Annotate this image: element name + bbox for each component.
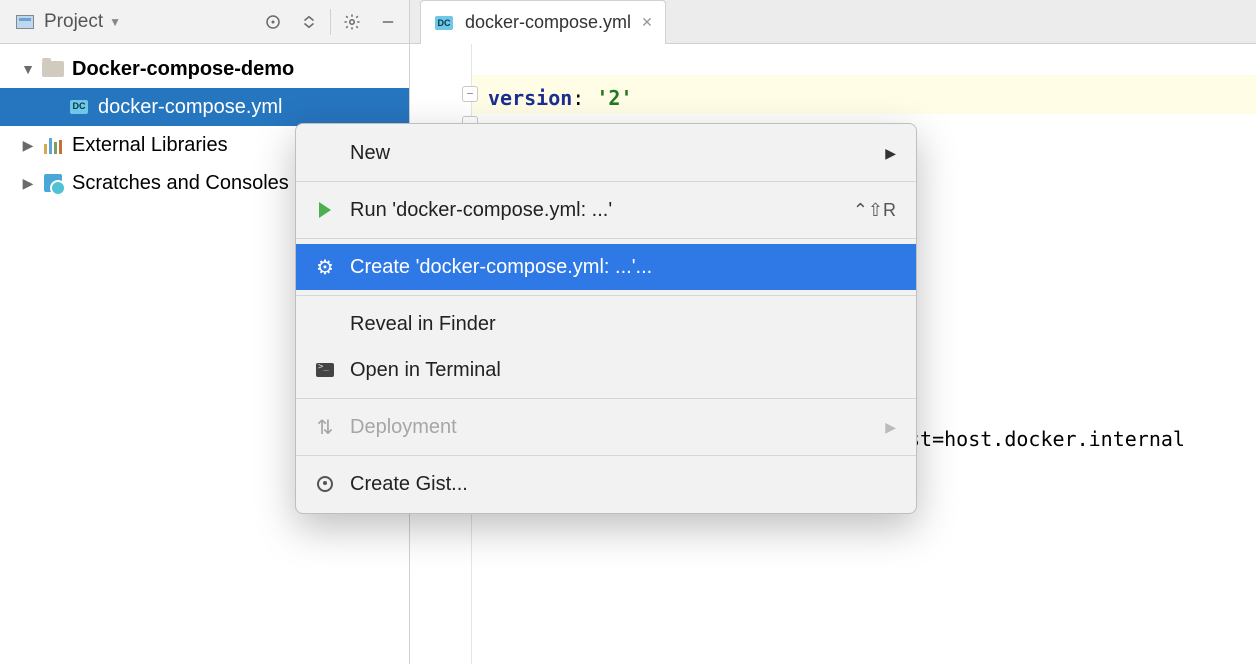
tree-root[interactable]: ▼ Docker-compose-demo [0, 50, 409, 88]
context-menu: New ▶ Run 'docker-compose.yml: ...' ⌃⇧R … [295, 123, 917, 514]
chevron-right-icon: ▶ [22, 170, 34, 197]
submenu-arrow-icon: ▶ [885, 419, 896, 436]
deployment-icon: ⇅ [314, 415, 336, 440]
locate-icon[interactable] [258, 7, 288, 37]
chevron-down-icon: ▼ [22, 56, 34, 83]
menu-separator [296, 295, 916, 296]
menu-gist-label: Create Gist... [350, 473, 896, 496]
project-dropdown[interactable]: Project ▼ [38, 9, 127, 35]
menu-separator [296, 455, 916, 456]
docker-compose-file-icon: DC [433, 12, 455, 34]
menu-reveal-finder[interactable]: Reveal in Finder [296, 301, 916, 347]
project-toolbar: Project ▼ [0, 0, 409, 44]
editor-tabbar: DC docker-compose.yml ✕ [410, 0, 1256, 44]
menu-create-run-config[interactable]: ⚙ Create 'docker-compose.yml: ...'... [296, 244, 916, 290]
tree-ext-lib-label: External Libraries [72, 126, 228, 164]
folder-icon [42, 58, 64, 80]
scratches-icon [42, 172, 64, 194]
menu-run-shortcut: ⌃⇧R [853, 200, 896, 221]
terminal-icon [314, 363, 336, 377]
project-view-icon [16, 13, 34, 31]
menu-openterm-label: Open in Terminal [350, 359, 896, 382]
submenu-arrow-icon: ▶ [885, 145, 896, 162]
gist-icon [314, 476, 336, 492]
tree-root-label: Docker-compose-demo [72, 50, 294, 88]
library-icon [42, 134, 64, 156]
menu-run-label: Run 'docker-compose.yml: ...' [350, 199, 839, 222]
run-icon [314, 202, 336, 218]
menu-create-gist[interactable]: Create Gist... [296, 461, 916, 507]
menu-separator [296, 238, 916, 239]
menu-reveal-label: Reveal in Finder [350, 313, 896, 336]
editor-tab-label: docker-compose.yml [465, 12, 631, 33]
chevron-down-icon: ▼ [109, 15, 121, 29]
collapse-icon[interactable] [294, 7, 324, 37]
menu-new-label: New [350, 142, 871, 165]
menu-run[interactable]: Run 'docker-compose.yml: ...' ⌃⇧R [296, 187, 916, 233]
gear-icon[interactable] [337, 7, 367, 37]
editor-tab[interactable]: DC docker-compose.yml ✕ [420, 0, 666, 44]
docker-compose-file-icon: DC [68, 96, 90, 118]
fold-toggle-icon[interactable]: − [462, 86, 478, 102]
tree-file-label: docker-compose.yml [98, 88, 283, 126]
menu-open-terminal[interactable]: Open in Terminal [296, 347, 916, 393]
menu-separator [296, 398, 916, 399]
close-icon[interactable]: ✕ [641, 14, 653, 31]
menu-deploy-label: Deployment [350, 416, 871, 439]
hide-icon[interactable] [373, 7, 403, 37]
tree-scratches-label: Scratches and Consoles [72, 164, 289, 202]
menu-new[interactable]: New ▶ [296, 130, 916, 176]
menu-separator [296, 181, 916, 182]
menu-create-label: Create 'docker-compose.yml: ...'... [350, 256, 896, 279]
chevron-right-icon: ▶ [22, 132, 34, 159]
create-config-icon: ⚙ [314, 255, 336, 280]
menu-deployment: ⇅ Deployment ▶ [296, 404, 916, 450]
tree-file-docker-compose[interactable]: DC docker-compose.yml [0, 88, 409, 126]
project-dropdown-label: Project [44, 11, 103, 33]
